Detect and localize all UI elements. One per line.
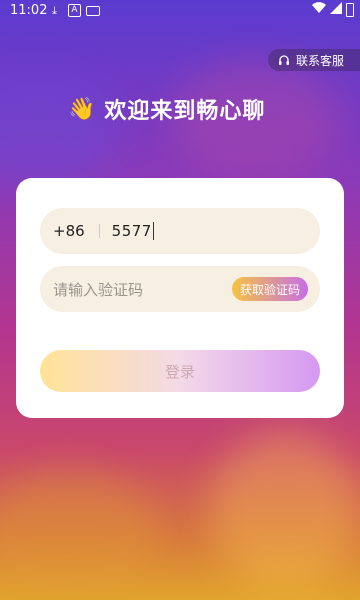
phone-number-value[interactable]: 5577 bbox=[112, 222, 152, 240]
verification-code-field[interactable]: 请输入验证码 获取验证码 bbox=[40, 266, 320, 312]
clock: 11:02 bbox=[10, 3, 48, 18]
background-blob bbox=[0, 70, 120, 190]
wifi-icon bbox=[312, 2, 326, 17]
headset-icon bbox=[279, 55, 289, 65]
welcome-heading: 👋 欢迎来到畅心聊 bbox=[68, 93, 265, 125]
phone-input[interactable]: +86 5577 bbox=[40, 208, 320, 254]
waving-hand-icon: 👋 bbox=[68, 96, 97, 122]
download-icon: ⤓ bbox=[52, 4, 57, 17]
notification-a-icon: A bbox=[68, 4, 81, 17]
contact-service-button[interactable]: 联系客服 bbox=[268, 49, 360, 71]
welcome-text: 欢迎来到畅心聊 bbox=[104, 99, 266, 124]
battery-icon bbox=[346, 3, 354, 17]
divider bbox=[98, 224, 100, 238]
background-blob bbox=[210, 430, 360, 590]
status-bar: 11:02 ⤓ A bbox=[0, 0, 360, 22]
keyboard-icon bbox=[86, 6, 100, 16]
background-blob bbox=[0, 470, 160, 600]
login-card: +86 5577 请输入验证码 获取验证码 登录 bbox=[16, 178, 344, 418]
verification-code-placeholder[interactable]: 请输入验证码 bbox=[53, 279, 232, 300]
signal-icon bbox=[330, 2, 342, 17]
login-button[interactable]: 登录 bbox=[40, 350, 320, 392]
text-cursor bbox=[152, 222, 154, 240]
country-code[interactable]: +86 bbox=[53, 222, 85, 240]
get-code-button[interactable]: 获取验证码 bbox=[231, 277, 308, 301]
contact-service-label: 联系客服 bbox=[296, 53, 345, 68]
